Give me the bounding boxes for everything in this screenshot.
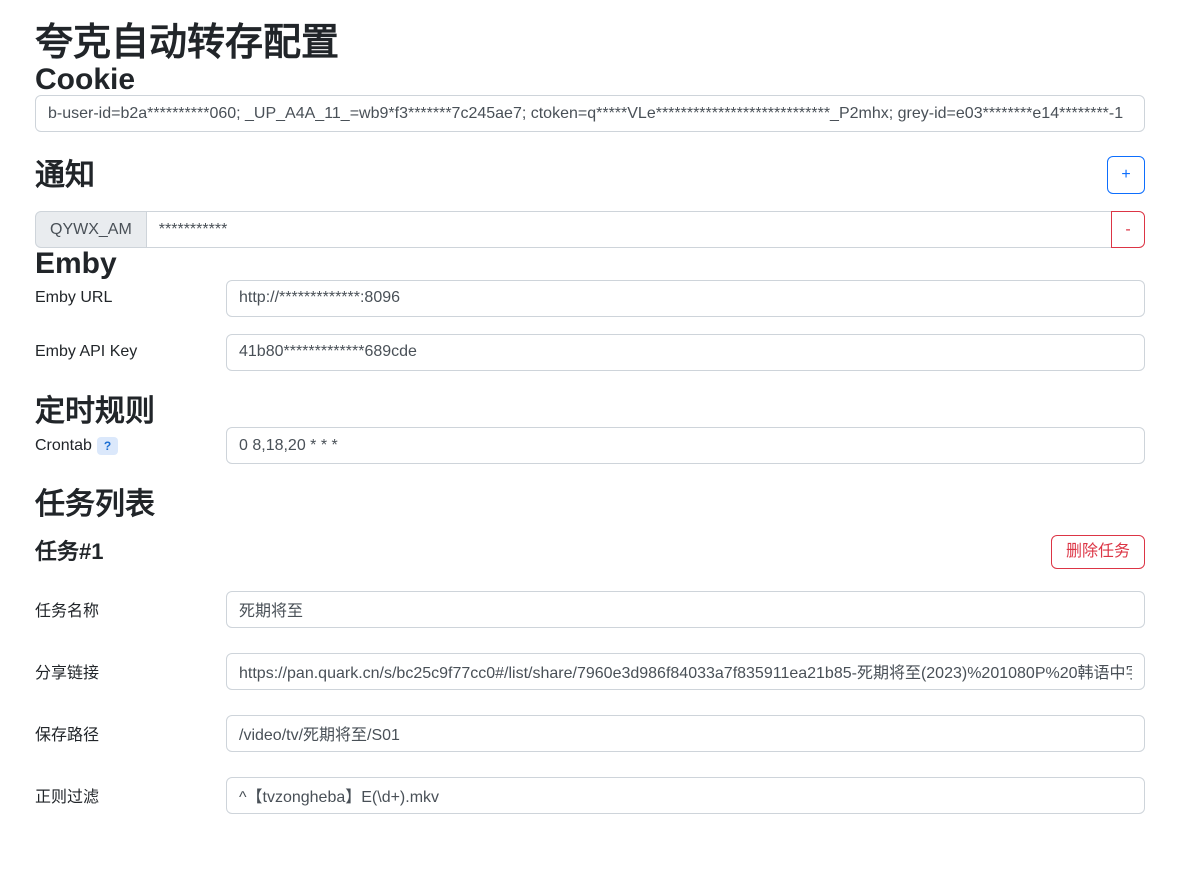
delete-task-button[interactable]: 删除任务 <box>1051 535 1145 569</box>
save-path-row: 保存路径 <box>35 715 1145 752</box>
notify-section-heading: 通知 <box>35 160 95 192</box>
add-notify-button[interactable]: + <box>1107 156 1145 194</box>
emby-section-heading: Emby <box>35 248 1145 280</box>
cookie-input[interactable] <box>35 95 1145 132</box>
task-name-label: 任务名称 <box>35 597 226 621</box>
notify-value-input[interactable] <box>146 211 1112 248</box>
notify-row: QYWX_AM - <box>35 211 1145 248</box>
share-link-input[interactable] <box>226 653 1145 690</box>
save-path-input[interactable] <box>226 715 1145 752</box>
config-page: 夸克自动转存配置 Cookie 通知 + QYWX_AM - Emby Emby… <box>0 24 1193 851</box>
cookie-section-heading: Cookie <box>35 64 1145 96</box>
emby-apikey-input[interactable] <box>226 334 1145 371</box>
crontab-label-text: Crontab <box>35 437 92 454</box>
crontab-input[interactable] <box>226 427 1145 464</box>
crontab-row: Crontab? <box>35 427 1145 464</box>
task-header: 任务#1 删除任务 <box>35 535 1145 569</box>
regex-filter-input[interactable] <box>226 777 1145 814</box>
schedule-section-heading: 定时规则 <box>35 396 1145 428</box>
emby-url-row: Emby URL <box>35 280 1145 317</box>
save-path-label: 保存路径 <box>35 721 226 745</box>
emby-url-input[interactable] <box>226 280 1145 317</box>
remove-notify-button[interactable]: - <box>1111 211 1145 248</box>
tasks-section-heading: 任务列表 <box>35 489 1145 521</box>
share-link-row: 分享链接 <box>35 653 1145 690</box>
emby-url-label: Emby URL <box>35 289 226 307</box>
page-title: 夸克自动转存配置 <box>35 24 1145 64</box>
task-title: 任务#1 <box>35 539 103 565</box>
crontab-label: Crontab? <box>35 437 226 455</box>
emby-apikey-label: Emby API Key <box>35 343 226 361</box>
emby-apikey-row: Emby API Key <box>35 334 1145 371</box>
task-name-input[interactable] <box>226 591 1145 628</box>
help-icon[interactable]: ? <box>97 437 118 455</box>
regex-filter-label: 正则过滤 <box>35 783 226 807</box>
regex-filter-row: 正则过滤 <box>35 777 1145 814</box>
share-link-label: 分享链接 <box>35 659 226 683</box>
task-name-row: 任务名称 <box>35 591 1145 628</box>
notify-key-label: QYWX_AM <box>35 211 147 248</box>
notify-section-header: 通知 + <box>35 156 1145 194</box>
